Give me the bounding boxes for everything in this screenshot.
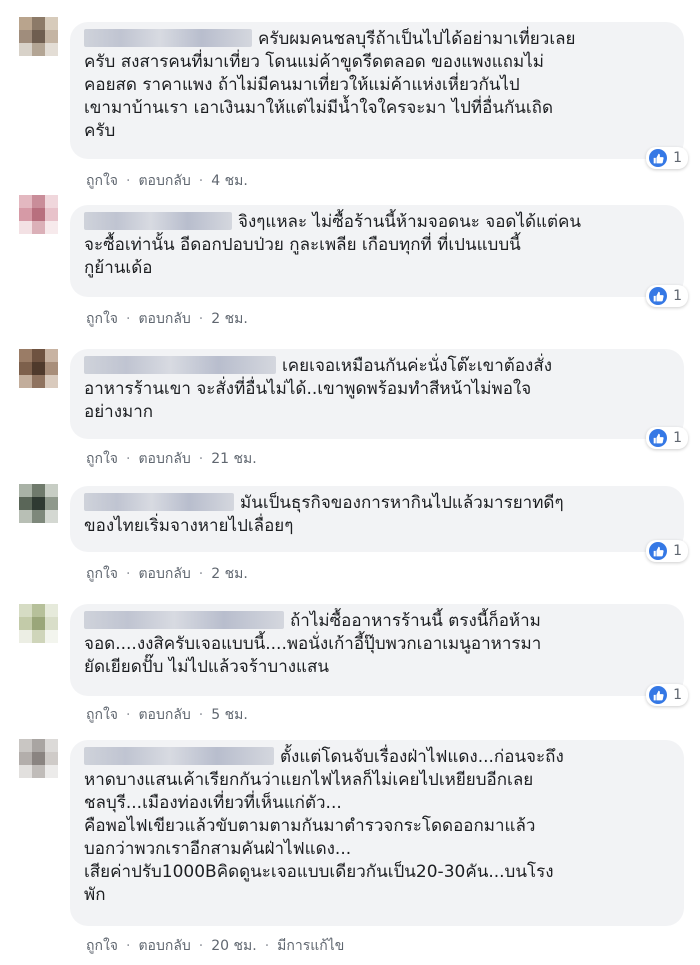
avatar[interactable] <box>19 17 58 56</box>
reaction-count: 1 <box>673 149 682 166</box>
like-link[interactable]: ถูกใจ <box>86 308 118 330</box>
timestamp[interactable]: 2 ชม. <box>211 308 248 330</box>
separator: · <box>126 707 131 723</box>
like-thumb-icon <box>649 686 668 704</box>
timestamp[interactable]: 20 ชม. <box>211 935 256 957</box>
reply-link[interactable]: ตอบกลับ <box>138 704 190 726</box>
separator: · <box>198 566 204 582</box>
timestamp[interactable]: 4 ชม. <box>211 170 248 192</box>
reaction-badge[interactable]: 1 <box>646 684 688 706</box>
comment-actions: ถูกใจ · ตอบกลับ · 4 ชม. <box>86 170 248 192</box>
comment-bubble: ครับผมคนชลบุรีถ้าเป็นไปได้อย่ามาเที่ยวเล… <box>70 22 688 169</box>
like-link[interactable]: ถูกใจ <box>86 935 118 957</box>
separator: · <box>198 451 204 467</box>
author-name-blurred[interactable] <box>84 29 252 47</box>
like-link[interactable]: ถูกใจ <box>86 704 118 726</box>
author-name-blurred[interactable] <box>84 356 276 374</box>
separator: · <box>198 311 204 327</box>
reaction-count: 1 <box>673 429 682 446</box>
separator: · <box>198 707 204 723</box>
comment-actions: ถูกใจ · ตอบกลับ · 21 ชม. <box>86 448 257 470</box>
like-thumb-icon <box>649 149 668 167</box>
reaction-count: 1 <box>673 287 682 304</box>
reaction-badge[interactable]: 1 <box>646 540 688 562</box>
comment-actions: ถูกใจ · ตอบกลับ · 2 ชม. <box>86 308 248 330</box>
avatar[interactable] <box>19 349 58 388</box>
reply-link[interactable]: ตอบกลับ <box>138 448 190 470</box>
reaction-badge[interactable]: 1 <box>646 285 688 307</box>
reaction-badge[interactable]: 1 <box>646 147 688 169</box>
like-thumb-icon <box>649 429 668 447</box>
separator: · <box>126 566 131 582</box>
comment-bubble: ตั้งแต่โดนจับเรื่องฝ่าไฟแดง...ก่อนจะถึง … <box>70 740 684 926</box>
timestamp[interactable]: 21 ชม. <box>211 448 256 470</box>
reaction-count: 1 <box>673 686 682 703</box>
timestamp[interactable]: 5 ชม. <box>211 704 248 726</box>
like-thumb-icon <box>649 542 668 560</box>
separator: · <box>264 938 270 954</box>
separator: · <box>126 938 131 954</box>
author-name-blurred[interactable] <box>84 493 234 511</box>
comment-text: ตั้งแต่โดนจับเรื่องฝ่าไฟแดง...ก่อนจะถึง … <box>84 747 564 905</box>
comment-actions: ถูกใจ · ตอบกลับ · 5 ชม. <box>86 704 248 726</box>
avatar[interactable] <box>19 195 58 234</box>
avatar[interactable] <box>19 604 58 643</box>
reply-link[interactable]: ตอบกลับ <box>138 170 190 192</box>
comment-actions: ถูกใจ · ตอบกลับ · 2 ชม. <box>86 563 248 585</box>
comment-bubble: เคยเจอเหมือนกันค่ะนั่งโต๊ะเขาต้องสั่ง อา… <box>70 349 688 449</box>
avatar[interactable] <box>19 739 58 778</box>
comment-bubble: มันเป็นธุรกิจของการหากินไปแล้วมารยาทดีๆ … <box>70 486 688 562</box>
reply-link[interactable]: ตอบกลับ <box>138 935 190 957</box>
reply-link[interactable]: ตอบกลับ <box>138 308 190 330</box>
reply-link[interactable]: ตอบกลับ <box>138 563 190 585</box>
separator: · <box>198 173 204 189</box>
timestamp[interactable]: 2 ชม. <box>211 563 248 585</box>
avatar[interactable] <box>19 484 58 523</box>
comment-bubble: จิงๆแหละ ไม่ซื้อร้านนี้ห้ามจอดนะ จอดได้แ… <box>70 205 688 307</box>
separator: · <box>126 311 131 327</box>
author-name-blurred[interactable] <box>84 611 284 629</box>
like-link[interactable]: ถูกใจ <box>86 563 118 585</box>
separator: · <box>198 938 204 954</box>
like-link[interactable]: ถูกใจ <box>86 170 118 192</box>
reaction-count: 1 <box>673 542 682 559</box>
comment-bubble: ถ้าไม่ซื้ออาหารร้านนี้ ตรงนี้ก็อห้าม จอด… <box>70 604 688 706</box>
separator: · <box>126 173 131 189</box>
separator: · <box>126 451 131 467</box>
author-name-blurred[interactable] <box>84 212 232 230</box>
comment-actions: ถูกใจ · ตอบกลับ · 20 ชม. · มีการแก้ไข <box>86 935 344 957</box>
reaction-badge[interactable]: 1 <box>646 427 688 449</box>
edited-link[interactable]: มีการแก้ไข <box>277 935 344 957</box>
author-name-blurred[interactable] <box>84 747 274 765</box>
like-thumb-icon <box>649 287 668 305</box>
like-link[interactable]: ถูกใจ <box>86 448 118 470</box>
